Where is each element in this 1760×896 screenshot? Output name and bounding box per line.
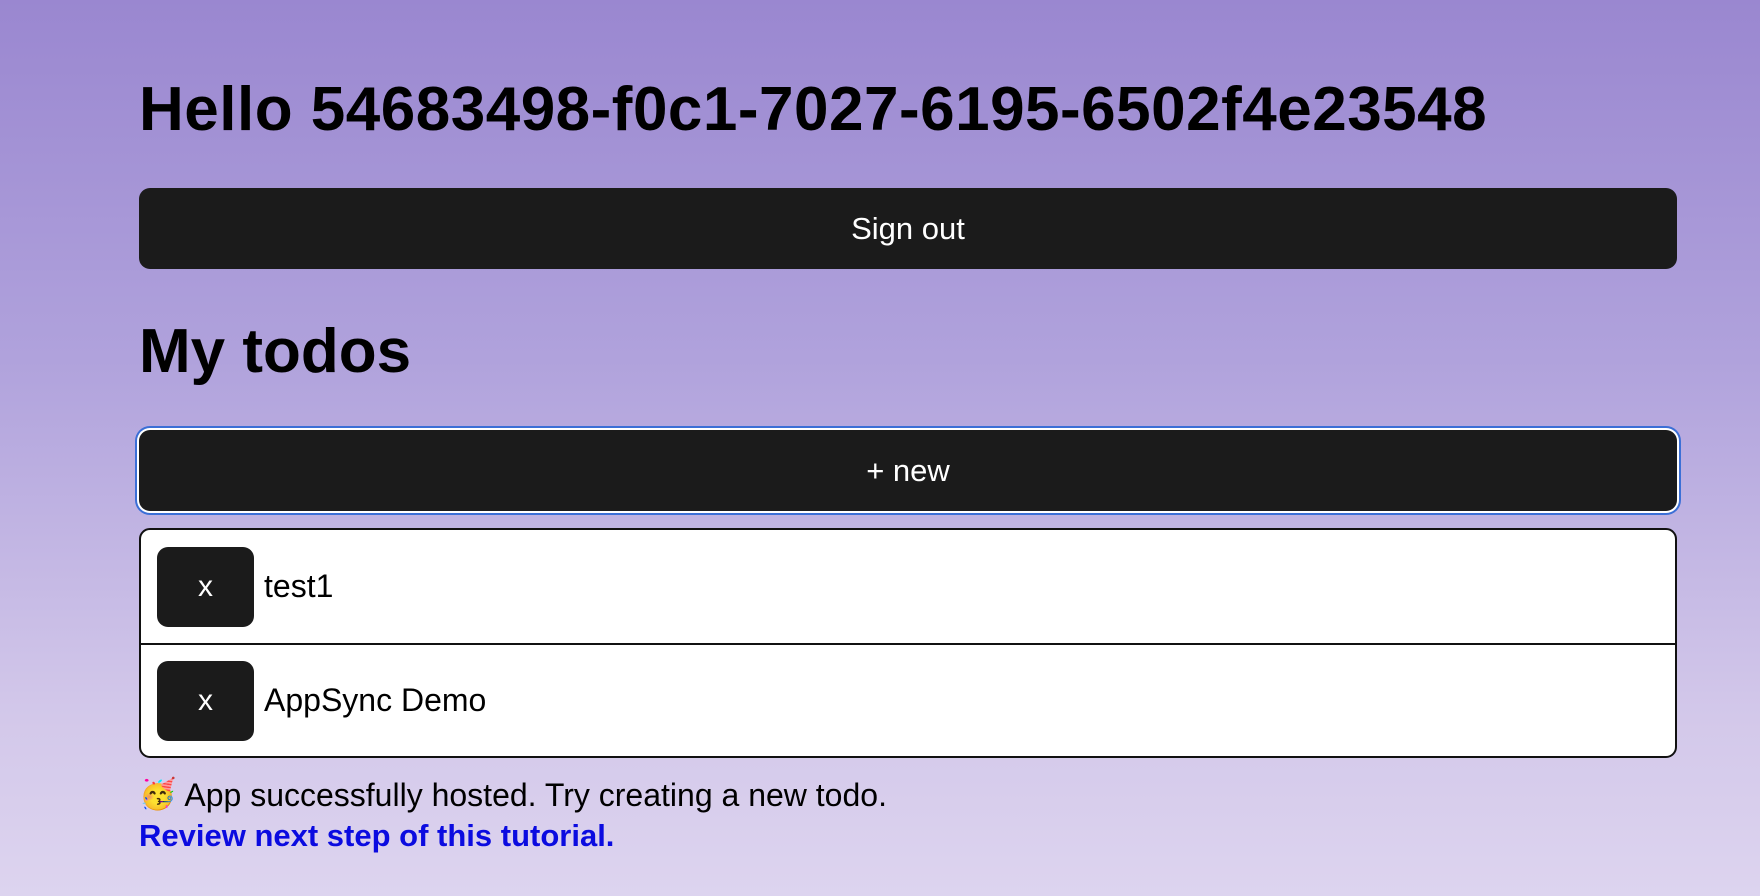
todo-item-text: AppSync Demo: [264, 682, 487, 718]
todos-title: My todos: [139, 317, 412, 386]
delete-todo-button[interactable]: x: [157, 660, 254, 741]
sign-out-button[interactable]: Sign out: [139, 188, 1677, 269]
delete-todo-button[interactable]: x: [157, 546, 254, 627]
greeting-title: Hello 54683498-f0c1-7027-6195-6502f4e235…: [139, 75, 1488, 144]
todo-item: x AppSync Demo: [141, 643, 1675, 756]
party-face-icon: 🥳: [139, 778, 177, 811]
status-message: 🥳 App successfully hosted. Try creating …: [139, 776, 887, 814]
todo-list: x test1 x AppSync Demo: [139, 528, 1677, 758]
tutorial-link[interactable]: Review next step of this tutorial.: [139, 816, 614, 856]
todo-item: x test1: [141, 530, 1675, 643]
new-todo-button[interactable]: + new: [139, 430, 1677, 511]
todo-item-text: test1: [264, 568, 334, 604]
status-text: App successfully hosted. Try creating a …: [184, 777, 887, 813]
